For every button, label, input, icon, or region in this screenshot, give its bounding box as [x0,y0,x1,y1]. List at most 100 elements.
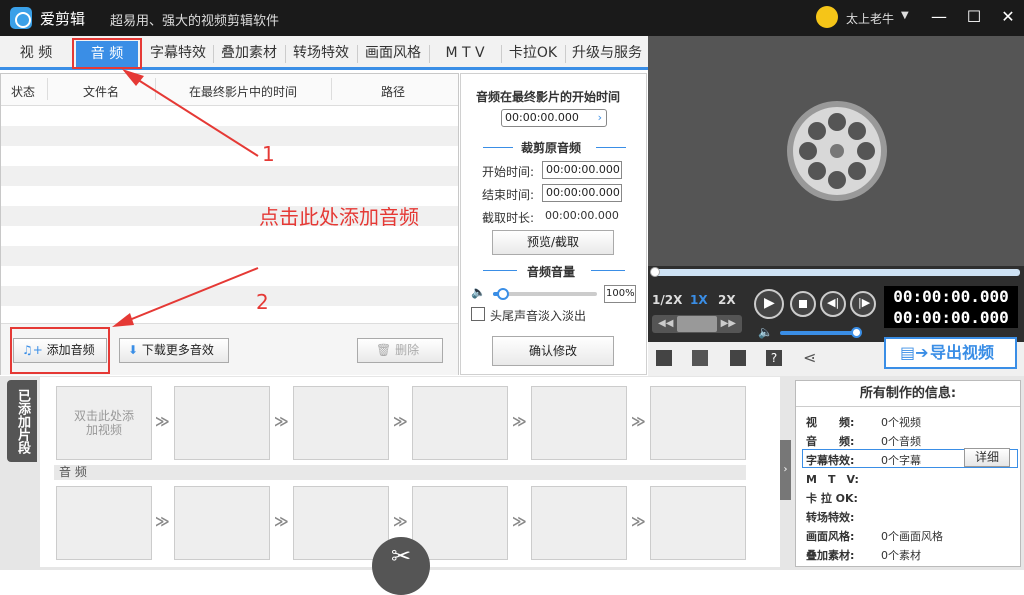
detail-button[interactable]: 详细 [964,448,1010,467]
add-video-placeholder[interactable]: 双击此处添加视频 [56,386,152,460]
info-row-value: 0个字幕 [881,454,921,467]
reel-hole [828,113,846,131]
section-divider [483,270,517,271]
section-divider [483,147,513,148]
video-slot[interactable] [412,386,508,460]
export-icon: ▤➔ [900,343,929,362]
user-avatar[interactable] [816,6,838,28]
info-row-label: 音 频: [806,435,855,448]
tab-separator [565,45,566,63]
speed-half[interactable]: 1/2X [652,293,682,307]
duration-value: 00:00:00.000 [545,209,619,222]
help-icon[interactable]: ? [766,350,782,366]
maximize-icon[interactable]: ☐ [960,4,988,30]
chevron-right-icon: ≫ [631,414,646,430]
reel-hole [848,122,866,140]
audio-slot[interactable] [650,486,746,560]
video-slot[interactable] [531,386,627,460]
audio-slot[interactable] [412,486,508,560]
audio-properties-panel: 音频在最终影片的开始时间 00:00:00.000 › 裁剪原音频 开始时间: 0… [460,73,647,375]
confirm-button[interactable]: 确认修改 [492,336,614,366]
trim-end-label: 结束时间: [482,188,535,202]
total-timecode: 00:00:00.000 [884,307,1018,328]
panel-expand-icon[interactable]: › [780,440,791,500]
chevron-right-icon: ≫ [155,514,170,530]
play-button[interactable]: ▶ [754,289,784,319]
chevron-right-icon: ≫ [512,514,527,530]
video-slot[interactable] [650,386,746,460]
info-row-mtv: M T V: [806,471,859,487]
info-row-style: 画面风格: 0个画面风格 [806,528,943,544]
seek-handle[interactable] [650,267,660,277]
section-divider [596,147,626,148]
video-slot[interactable] [174,386,270,460]
annotation-marker-2: 2 [256,290,269,314]
preview-trim-button[interactable]: 预览/截取 [492,230,614,255]
arrowhead-1 [122,69,144,86]
speed-1x[interactable]: 1X [690,293,708,307]
new-project-icon[interactable] [656,350,672,366]
chevron-right-icon: › [597,111,602,124]
chevron-right-icon: ≫ [393,514,408,530]
chevron-down-icon[interactable]: ▼ [901,10,909,21]
volume-slider-handle[interactable] [497,288,510,300]
info-row-value: 0个视频 [881,416,921,429]
speaker-icon: 🔈 [758,325,773,339]
info-row-label: 字幕特效: [806,454,855,467]
tab-karaoke[interactable]: 卡拉OK [504,36,562,70]
player-volume-slider[interactable] [780,331,858,335]
close-icon[interactable]: ✕ [994,4,1022,30]
info-row-label: 叠加素材: [806,549,855,562]
start-time-title: 音频在最终影片的开始时间 [476,90,621,104]
added-clips-tab[interactable]: 已添加片段 [7,380,37,462]
fade-label: 头尾声音淡入淡出 [490,309,587,323]
chevron-right-icon: ≫ [631,514,646,530]
audio-slot[interactable] [56,486,152,560]
movie-start-time-field[interactable]: 00:00:00.000 › [501,109,607,127]
audio-slot[interactable] [293,486,389,560]
video-slot[interactable] [293,386,389,460]
next-frame-icon: |▶ [858,296,871,309]
user-name[interactable]: 太上老牛 [846,10,894,27]
reel-hole [828,171,846,189]
play-icon: ▶ [764,295,775,311]
open-folder-icon[interactable] [692,350,708,366]
reel-hole [808,122,826,140]
chevron-right-icon: ≫ [393,414,408,430]
tab-upgrade[interactable]: 升级与服务 [568,36,646,70]
player-volume-handle[interactable] [851,327,862,338]
minimize-icon[interactable]: — [925,4,953,30]
info-row-label: M T V: [806,473,859,486]
chevron-right-icon: ≫ [512,414,527,430]
reel-hole [808,162,826,180]
arrow-2 [121,267,259,324]
speed-slider-handle[interactable] [677,316,717,332]
prev-frame-button[interactable]: ◀| [820,291,846,317]
volume-value-field[interactable]: 100% [604,285,636,303]
trim-end-field[interactable]: 00:00:00.000 [542,184,622,202]
add-video-hint: 双击此处添加视频 [73,409,134,437]
save-icon[interactable] [730,350,746,366]
stop-button[interactable] [790,291,816,317]
trim-start-label: 开始时间: [482,165,535,179]
trim-title: 裁剪原音频 [521,141,582,155]
annotation-hint: 点击此处添加音频 [259,205,419,229]
annotation-arrows [112,69,259,327]
next-frame-button[interactable]: |▶ [850,291,876,317]
scissors-icon[interactable]: ✂ [372,537,430,595]
info-row-value: 0个画面风格 [881,530,943,543]
speed-2x[interactable]: 2X [718,293,736,307]
audio-slot[interactable] [174,486,270,560]
export-video-button[interactable]: ▤➔ 导出视频 [884,337,1017,369]
stop-icon [799,300,807,308]
annotation-marker-1: 1 [262,142,275,166]
trim-start-field[interactable]: 00:00:00.000 [542,161,622,179]
info-row-karaoke: 卡 拉 OK: [806,490,858,506]
prev-frame-icon: ◀| [827,296,840,309]
share-icon[interactable]: ⋖ [803,348,816,367]
arrow-1 [131,75,259,157]
fade-checkbox[interactable] [471,307,485,321]
volume-slider[interactable] [493,288,597,300]
audio-slot[interactable] [531,486,627,560]
seek-bar[interactable] [654,269,1020,276]
